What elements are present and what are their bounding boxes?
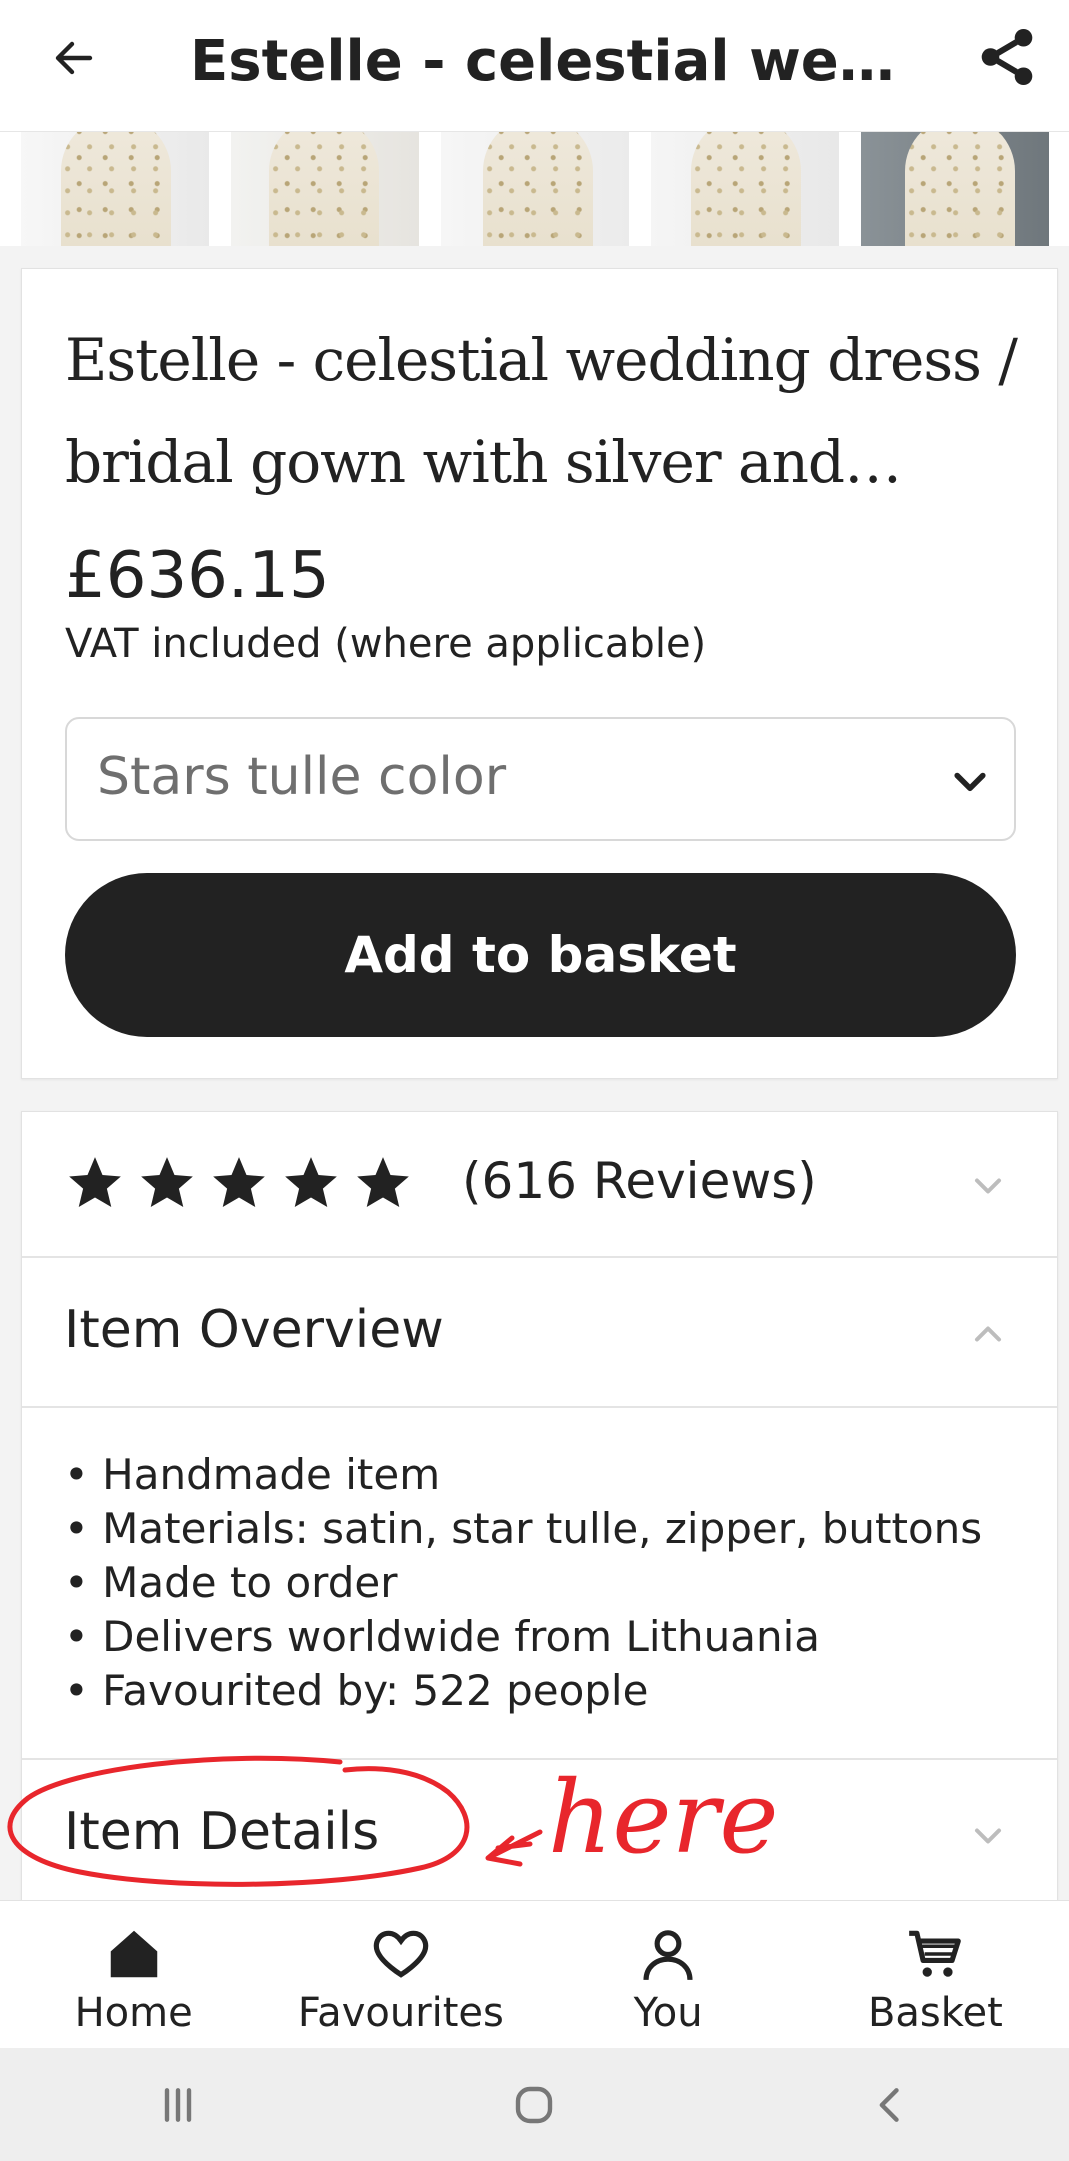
thumbnail-image[interactable]: [21, 132, 209, 246]
variation-select[interactable]: Stars tulle color: [65, 717, 1016, 841]
cart-icon: [909, 1930, 962, 1977]
thumbnail-image[interactable]: [441, 132, 629, 246]
star-icon: [213, 1157, 265, 1208]
list-item: Made to order: [64, 1556, 982, 1610]
system-navigation-bar: [0, 2048, 1069, 2161]
nav-you-label: You: [633, 1990, 703, 2036]
list-item: Handmade item: [64, 1448, 982, 1502]
listing-screen: Estelle - celestial wedd... Estelle - ce…: [0, 0, 1069, 2161]
home-button-icon: [516, 2086, 553, 2123]
reviews-row[interactable]: (616 Reviews): [22, 1112, 1057, 1258]
back-nav-icon: [879, 2087, 899, 2122]
star-icon: [357, 1157, 409, 1208]
nav-you[interactable]: You: [535, 1901, 802, 2048]
heart-icon: [373, 1930, 428, 1978]
thumbnail-image[interactable]: [231, 132, 419, 246]
top-app-bar: Estelle - celestial wedd...: [0, 0, 1069, 132]
list-item: Materials: satin, star tulle, zipper, bu…: [64, 1502, 982, 1556]
system-back-button[interactable]: [861, 2075, 921, 2135]
image-thumbnail-strip[interactable]: [0, 132, 1069, 246]
chevron-up-icon: [974, 1326, 1002, 1342]
thumbnail-image[interactable]: [861, 132, 1049, 246]
nav-home-label: Home: [74, 1990, 193, 2036]
system-home-button[interactable]: [504, 2075, 564, 2135]
arrow-left-icon: [55, 41, 93, 75]
star-rating: [64, 1152, 414, 1214]
nav-basket-label: Basket: [867, 1990, 1003, 2036]
overview-list: Handmade item Materials: satin, star tul…: [64, 1448, 982, 1718]
thumbnail-image[interactable]: [651, 132, 839, 246]
nav-basket[interactable]: Basket: [802, 1901, 1069, 2048]
item-details-header[interactable]: Item Details: [22, 1760, 1057, 1906]
page-title: Estelle - celestial wedd...: [190, 29, 920, 94]
item-overview-content: Handmade item Materials: satin, star tul…: [22, 1408, 1057, 1760]
product-title: Estelle - celestial wedding dress / brid…: [65, 326, 1018, 496]
chevron-down-icon: [954, 772, 986, 792]
item-overview-header[interactable]: Item Overview: [22, 1258, 1057, 1408]
list-item: Favourited by: 522 people: [64, 1664, 982, 1718]
chevron-down-icon: [974, 1178, 1002, 1194]
chevron-down-icon: [974, 1828, 1002, 1844]
reviews-count: (616 Reviews): [462, 1152, 817, 1210]
item-details-title: Item Details: [64, 1802, 380, 1862]
back-button[interactable]: [44, 28, 104, 88]
user-icon: [643, 1930, 693, 1981]
star-icon: [285, 1157, 337, 1208]
add-to-basket-button[interactable]: Add to basket: [65, 873, 1016, 1037]
list-item: Delivers worldwide from Lithuania: [64, 1610, 982, 1664]
recents-button[interactable]: [148, 2075, 208, 2135]
nav-favourites[interactable]: Favourites: [267, 1901, 534, 2048]
product-price: £636.15: [65, 539, 330, 613]
bottom-navigation: Home Favourites You Basket: [0, 1900, 1069, 2048]
star-icon: [69, 1157, 121, 1208]
share-icon: [981, 28, 1033, 86]
home-icon: [110, 1930, 157, 1978]
variation-select-label: Stars tulle color: [97, 747, 507, 807]
nav-home[interactable]: Home: [0, 1901, 267, 2048]
recents-icon: [164, 2087, 192, 2122]
vat-note: VAT included (where applicable): [65, 621, 707, 667]
star-icon: [141, 1157, 193, 1208]
nav-favourites-label: Favourites: [297, 1990, 504, 2036]
share-button[interactable]: [970, 20, 1044, 94]
item-overview-title: Item Overview: [64, 1300, 444, 1360]
product-info-card: Estelle - celestial wedding dress / brid…: [21, 268, 1058, 1079]
